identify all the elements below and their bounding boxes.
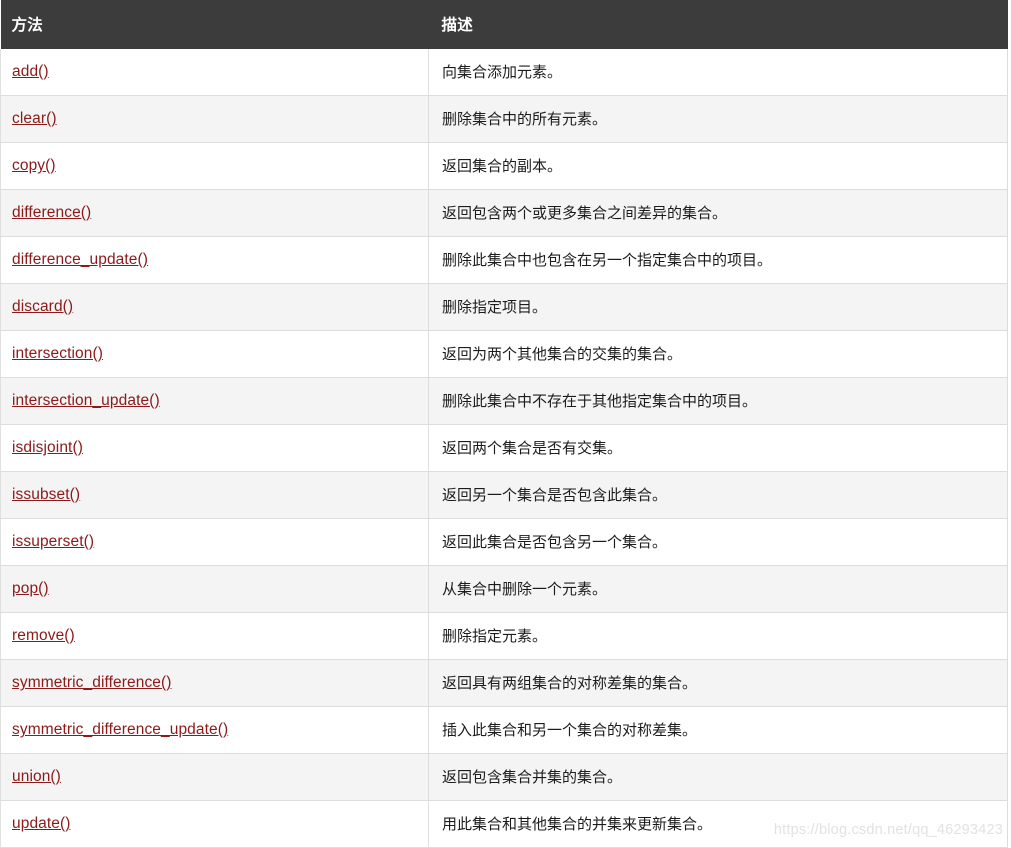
set-methods-table: 方法 描述 add() 向集合添加元素。 clear() 删除集合中的所有元素。 cop…	[0, 0, 1008, 848]
methods-table-container: 方法 描述 add() 向集合添加元素。 clear() 删除集合中的所有元素。 cop…	[0, 0, 1008, 848]
table-row: symmetric_difference() 返回具有两组集合的对称差集的集合。	[0, 659, 1008, 707]
table-cell-description: 返回集合的副本。	[428, 142, 1008, 190]
method-link[interactable]: update()	[12, 815, 71, 832]
table-row: issubset() 返回另一个集合是否包含此集合。	[0, 471, 1008, 519]
table-row: difference() 返回包含两个或更多集合之间差异的集合。	[0, 189, 1008, 237]
method-link[interactable]: intersection()	[12, 345, 103, 362]
table-row: discard() 删除指定项目。	[0, 283, 1008, 331]
method-link[interactable]: discard()	[12, 298, 73, 315]
table-row: remove() 删除指定元素。	[0, 612, 1008, 660]
table-cell-description: 返回另一个集合是否包含此集合。	[428, 471, 1008, 519]
table-cell-description: 删除指定元素。	[428, 612, 1008, 660]
table-cell-description: 删除此集合中也包含在另一个指定集合中的项目。	[428, 236, 1008, 284]
method-link[interactable]: pop()	[12, 580, 49, 597]
table-cell-description: 删除集合中的所有元素。	[428, 95, 1008, 143]
method-link[interactable]: remove()	[12, 627, 75, 644]
table-cell-description: 插入此集合和另一个集合的对称差集。	[428, 706, 1008, 754]
method-link[interactable]: clear()	[12, 110, 57, 127]
method-link[interactable]: symmetric_difference_update()	[12, 721, 228, 738]
table-cell-description: 返回包含两个或更多集合之间差异的集合。	[428, 189, 1008, 237]
table-row: symmetric_difference_update() 插入此集合和另一个集合…	[0, 706, 1008, 754]
table-cell-method: isdisjoint()	[0, 424, 429, 472]
table-cell-description: 从集合中删除一个元素。	[428, 565, 1008, 613]
table-row: update() 用此集合和其他集合的并集来更新集合。	[0, 800, 1008, 848]
column-header-method: 方法	[0, 0, 429, 49]
method-link[interactable]: issubset()	[12, 486, 80, 503]
table-cell-method: remove()	[0, 612, 429, 660]
table-cell-description: 用此集合和其他集合的并集来更新集合。	[428, 800, 1008, 848]
table-body: add() 向集合添加元素。 clear() 删除集合中的所有元素。 copy() 返回集…	[0, 49, 1008, 848]
method-link[interactable]: symmetric_difference()	[12, 674, 172, 691]
table-cell-description: 删除此集合中不存在于其他指定集合中的项目。	[428, 377, 1008, 425]
method-link[interactable]: isdisjoint()	[12, 439, 83, 456]
table-cell-description: 返回两个集合是否有交集。	[428, 424, 1008, 472]
table-cell-method: add()	[0, 49, 429, 96]
table-cell-method: intersection_update()	[0, 377, 429, 425]
table-row: union() 返回包含集合并集的集合。	[0, 753, 1008, 801]
table-cell-method: copy()	[0, 142, 429, 190]
table-row: issuperset() 返回此集合是否包含另一个集合。	[0, 518, 1008, 566]
table-cell-method: intersection()	[0, 330, 429, 378]
method-link[interactable]: issuperset()	[12, 533, 94, 550]
method-link[interactable]: union()	[12, 768, 61, 785]
table-cell-description: 返回此集合是否包含另一个集合。	[428, 518, 1008, 566]
method-link[interactable]: copy()	[12, 157, 56, 174]
table-row: add() 向集合添加元素。	[0, 49, 1008, 96]
table-header-row: 方法 描述	[0, 0, 1008, 49]
table-cell-description: 向集合添加元素。	[428, 49, 1008, 96]
table-cell-method: symmetric_difference()	[0, 659, 429, 707]
table-row: copy() 返回集合的副本。	[0, 142, 1008, 190]
method-link[interactable]: intersection_update()	[12, 392, 160, 409]
table-row: clear() 删除集合中的所有元素。	[0, 95, 1008, 143]
method-link[interactable]: add()	[12, 63, 49, 80]
table-header: 方法 描述	[0, 0, 1008, 49]
table-cell-method: difference()	[0, 189, 429, 237]
table-row: difference_update() 删除此集合中也包含在另一个指定集合中的项目…	[0, 236, 1008, 284]
table-cell-method: clear()	[0, 95, 429, 143]
table-cell-method: symmetric_difference_update()	[0, 706, 429, 754]
column-header-description: 描述	[428, 0, 1008, 49]
table-cell-method: issubset()	[0, 471, 429, 519]
table-row: intersection_update() 删除此集合中不存在于其他指定集合中的项…	[0, 377, 1008, 425]
table-row: intersection() 返回为两个其他集合的交集的集合。	[0, 330, 1008, 378]
table-cell-description: 返回包含集合并集的集合。	[428, 753, 1008, 801]
table-cell-method: update()	[0, 800, 429, 848]
method-link[interactable]: difference_update()	[12, 251, 148, 268]
table-cell-method: difference_update()	[0, 236, 429, 284]
table-row: pop() 从集合中删除一个元素。	[0, 565, 1008, 613]
table-cell-method: issuperset()	[0, 518, 429, 566]
method-link[interactable]: difference()	[12, 204, 91, 221]
table-cell-description: 删除指定项目。	[428, 283, 1008, 331]
table-cell-method: discard()	[0, 283, 429, 331]
table-cell-description: 返回具有两组集合的对称差集的集合。	[428, 659, 1008, 707]
table-cell-method: union()	[0, 753, 429, 801]
table-cell-description: 返回为两个其他集合的交集的集合。	[428, 330, 1008, 378]
table-row: isdisjoint() 返回两个集合是否有交集。	[0, 424, 1008, 472]
table-cell-method: pop()	[0, 565, 429, 613]
